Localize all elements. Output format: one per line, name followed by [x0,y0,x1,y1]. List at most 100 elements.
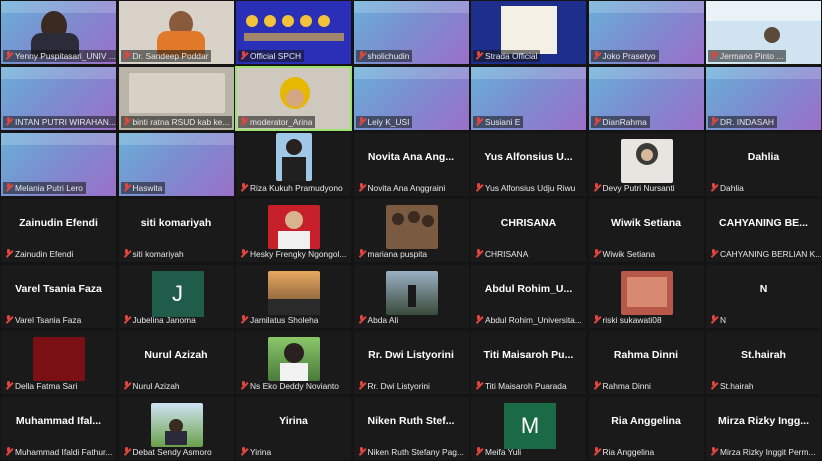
participant-name: N [708,314,729,326]
participant-tile[interactable]: Rr. Dwi Listyorini Rr. Dwi Listyorini [352,330,470,395]
participant-tile[interactable]: N N [705,264,822,329]
participant-tile[interactable]: DR. INDASAH [705,66,822,131]
participant-tile[interactable]: Zainudin Efendi Zainudin Efendi [0,198,117,263]
participant-tile[interactable]: Lely K_USI [352,66,470,131]
participant-name: moderator_Arina [238,116,316,128]
participant-tile[interactable]: riski sukawati08 [587,264,705,329]
participant-name: DR. INDASAH [708,116,777,128]
participant-tile[interactable]: Debat Sendy Asmoro [117,396,235,461]
mic-muted-icon [123,447,130,455]
participant-tile[interactable]: Hesky Frengky Ngongol... [235,198,352,263]
mic-muted-icon [240,315,247,323]
participant-name: Joko Prasetyo [590,50,659,62]
participant-name: Jubelina Janoma [121,314,199,326]
participant-tile[interactable]: Devy Putri Nursanti [587,132,705,197]
participant-tile[interactable]: mariana puspita [352,198,470,263]
participant-tile[interactable]: Joko Prasetyo [587,0,705,65]
participant-tile[interactable]: binti ratna RSUD kab ke... [117,66,235,131]
participant-name: riski sukawati08 [591,314,665,326]
mic-muted-icon [358,249,365,257]
participant-tile[interactable]: Haswita [117,132,235,197]
participant-tile[interactable]: Yus Alfonsius U... Yus Alfonsius Udju Ri… [470,132,587,197]
participant-tile[interactable]: Abda Ali [352,264,470,329]
participant-name: Yenny Puspitasari_UNIV ... [3,50,116,62]
mic-muted-icon [710,117,717,125]
participant-tile[interactable]: Abdul Rohim_U... Abdul Rohim_Universita.… [470,264,587,329]
participant-tile[interactable]: siti komariyah siti komariyah [117,198,235,263]
participant-display-name: Abdul Rohim_U... [484,283,573,295]
participant-tile[interactable]: Ria Anggelina Ria Anggelina [587,396,705,461]
participant-name: Meifa Yuli [473,446,524,458]
mic-muted-icon [240,183,247,191]
mic-muted-icon [358,381,365,389]
participant-tile[interactable]: Mirza Rizky Ingg... Mirza Rizky Inggit P… [705,396,822,461]
profile-photo [620,139,673,183]
mic-muted-icon [593,249,600,257]
participant-name: Strada Official [473,50,541,62]
participant-tile[interactable]: Novita Ana Ang... Novita Ana Anggraini [352,132,470,197]
participant-display-name: Novita Ana Ang... [367,151,455,163]
profile-photo [385,205,438,249]
participant-tile[interactable]: moderator_Arina [235,66,352,131]
participant-name: sholichudin [355,50,413,62]
mic-muted-icon [593,117,600,125]
mic-muted-icon [240,51,247,59]
participant-tile[interactable]: Niken Ruth Stef... Niken Ruth Stefany Pa… [352,396,470,461]
participant-tile[interactable]: Official SPCH [235,0,352,65]
participant-tile[interactable]: Jamilatus Sholeha [235,264,352,329]
participant-display-name: Yirina [279,415,308,427]
mic-muted-icon [593,183,600,191]
profile-photo [385,271,438,315]
participant-display-name: CHRISANA [500,217,557,229]
participant-tile[interactable]: INTAN PUTRI WIRAHAN... [0,66,117,131]
mic-muted-icon [123,183,130,191]
participant-tile[interactable]: Dr. Sandeep Poddar [117,0,235,65]
mic-muted-icon [475,381,482,389]
mic-muted-icon [358,117,365,125]
participant-name: Melania Putri Lero [3,182,86,194]
participant-tile[interactable]: St.hairah St.hairah [705,330,822,395]
participant-tile[interactable]: Titi Maisaroh Pu... Titi Maisaroh Puarad… [470,330,587,395]
participant-name: Rahma Dinni [591,380,654,392]
participant-tile[interactable]: CHRISANA CHRISANA [470,198,587,263]
participant-name: Muhammad Ifaldi Fathur... [3,446,115,458]
mic-muted-icon [710,315,717,323]
participant-tile[interactable]: Della Fatma Sari [0,330,117,395]
participant-tile[interactable]: Yenny Puspitasari_UNIV ... [0,0,117,65]
participant-tile[interactable]: M Meifa Yuli [470,396,587,461]
participant-display-name: Mirza Rizky Ingg... [717,415,809,427]
participant-tile[interactable]: DianRahma [587,66,705,131]
participant-tile[interactable]: J Jubelina Janoma [117,264,235,329]
participant-display-name: Rr. Dwi Listyorini [368,349,454,361]
participant-display-name: CAHYANING BE... [719,217,808,229]
mic-muted-icon [5,315,12,323]
mic-muted-icon [123,249,130,257]
participant-name: Nurul Azizah [121,380,183,392]
profile-photo [620,271,673,315]
participant-tile[interactable]: Wiwik Setiana Wiwik Setiana [587,198,705,263]
participant-name: Susiani E [473,116,524,128]
participant-tile[interactable]: Nurul Azizah Nurul Azizah [117,330,235,395]
participant-name: Abda Ali [356,314,402,326]
participant-display-name: St.hairah [741,349,786,361]
participant-tile[interactable]: Susiani E [470,66,587,131]
participant-tile[interactable]: Melania Putri Lero [0,132,117,197]
participant-display-name: Rahma Dinni [613,349,679,361]
mic-muted-icon [5,249,12,257]
participant-tile[interactable]: Muhammad Ifal... Muhammad Ifaldi Fathur.… [0,396,117,461]
participant-name: Debat Sendy Asmoro [121,446,215,458]
participant-name: Haswita [120,182,166,194]
participant-tile[interactable]: CAHYANING BE... CAHYANING BERLIAN K... [705,198,822,263]
participant-tile[interactable]: Yirina Yirina [235,396,352,461]
participant-tile[interactable]: sholichudin [352,0,470,65]
participant-tile[interactable]: Rahma Dinni Rahma Dinni [587,330,705,395]
participant-tile[interactable]: Jermano Pinto ... [705,0,822,65]
participant-tile[interactable]: Strada Official [470,0,587,65]
participant-grid: Yenny Puspitasari_UNIV ... Dr. Sandeep P… [0,0,822,461]
participant-tile[interactable]: Riza Kukuh Pramudyono [235,132,352,197]
participant-tile[interactable]: Ns Eko Deddy Novianto [235,330,352,395]
participant-name: INTAN PUTRI WIRAHAN... [3,116,116,128]
participant-tile[interactable]: Varel Tsania Faza Varel Tsania Faza [0,264,117,329]
participant-display-name: Zainudin Efendi [19,217,98,229]
participant-tile[interactable]: Dahlia Dahlia [705,132,822,197]
